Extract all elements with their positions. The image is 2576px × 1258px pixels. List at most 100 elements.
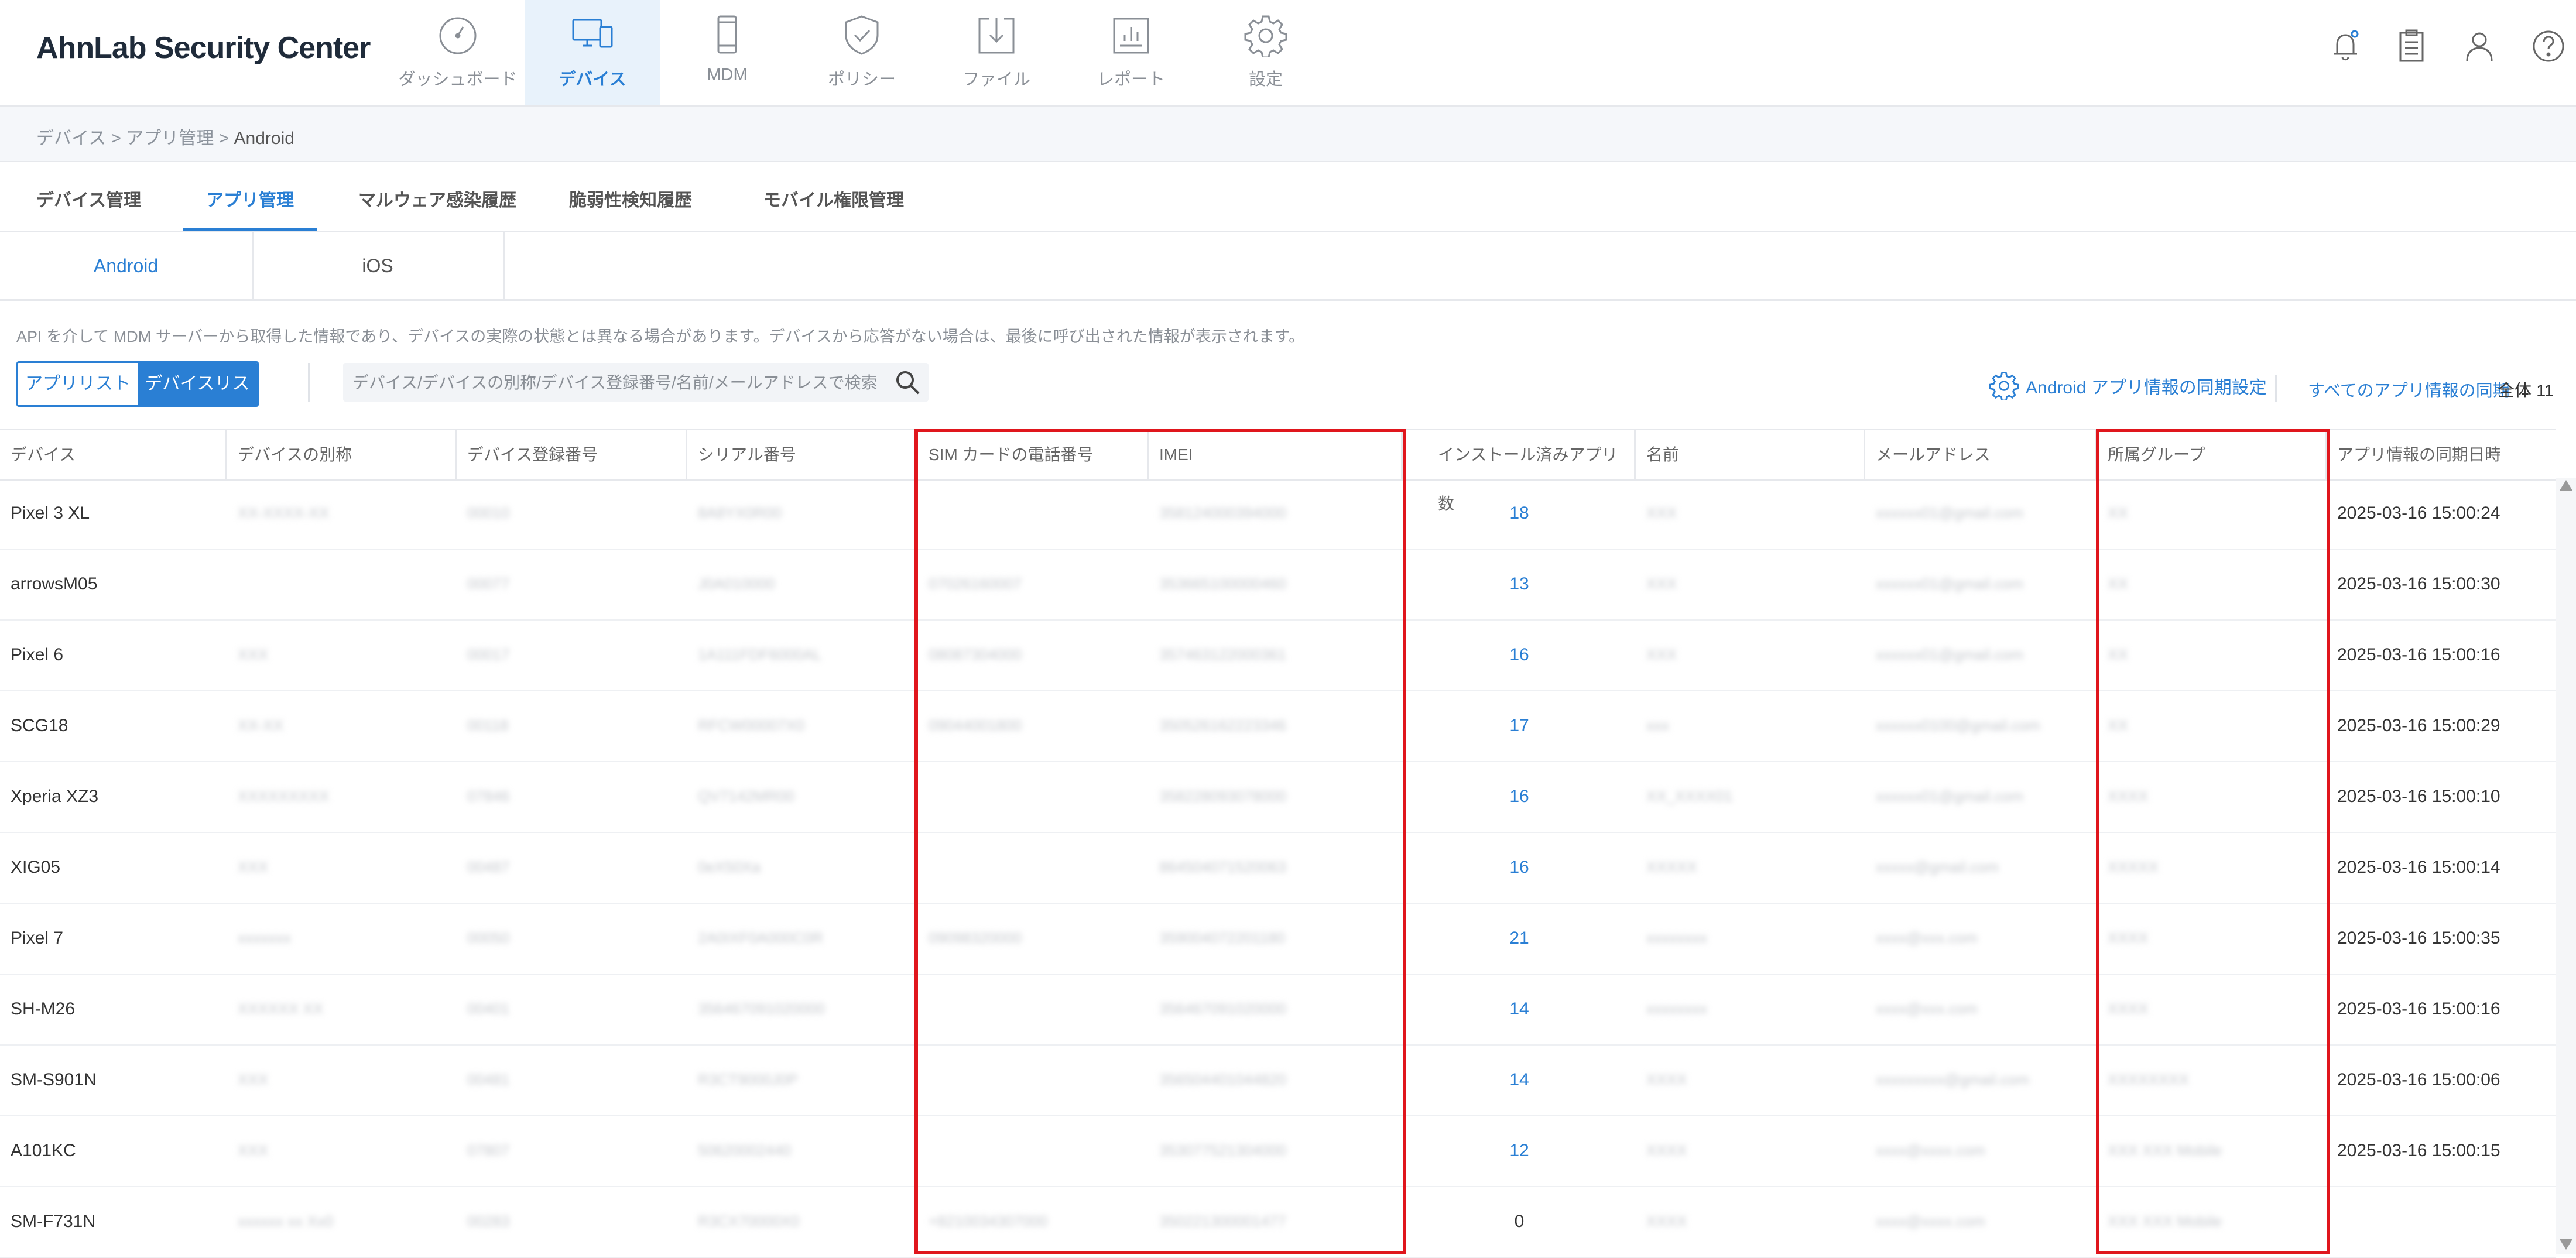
- nav-file[interactable]: ファイル: [929, 0, 1064, 105]
- app-list-button[interactable]: アプリリスト: [18, 363, 138, 405]
- breadcrumb: デバイス > アプリ管理 > Android: [36, 124, 294, 149]
- cell-synced: 2025-03-16 15:00:16: [2337, 999, 2500, 1019]
- breadcrumb-app-management[interactable]: アプリ管理: [126, 129, 214, 148]
- table-row[interactable]: arrowsM05 00077 J0A010000 07026160007 353665…: [0, 549, 2556, 621]
- cell-name: XXXX: [1646, 1212, 1687, 1230]
- cell-synced: 2025-03-16 15:00:06: [2337, 1070, 2500, 1089]
- cell-email: xxxx@xxxx.com: [1876, 1142, 1985, 1159]
- cell-device: SH-M26: [11, 999, 76, 1019]
- help-icon[interactable]: [2530, 28, 2571, 75]
- search-box: [343, 363, 929, 403]
- cell-group: XXXX: [2108, 929, 2149, 947]
- col-alias[interactable]: デバイスの別称: [227, 430, 457, 479]
- cell-sim: [918, 1115, 1149, 1186]
- cell-serial: R3CT9000J0P: [698, 1071, 798, 1088]
- table-row[interactable]: Pixel 6 XXX 00017 1A111FDF6000AL 08087304000…: [0, 619, 2556, 691]
- col-serial[interactable]: シリアル番号: [687, 430, 918, 479]
- cell-apps[interactable]: 17: [1403, 690, 1636, 761]
- cell-synced: 2025-03-16 15:00:30: [2337, 574, 2500, 594]
- app-logo[interactable]: AhnLab Security Center: [36, 30, 371, 66]
- device-list-button[interactable]: デバイスリスト: [138, 363, 257, 405]
- table-scrollbar[interactable]: [2556, 478, 2576, 1254]
- table-row[interactable]: SM-F731N xxxxxx xx Xx0 00283 R3CX70000X0 +82…: [0, 1186, 2556, 1258]
- col-group[interactable]: 所属グループ: [2097, 430, 2327, 479]
- cell-name: XXX: [1646, 646, 1677, 663]
- android-sync-settings[interactable]: Android アプリ情報の同期設定: [1989, 371, 2267, 400]
- android-sync-settings-label: Android アプリ情報の同期設定: [2026, 378, 2267, 397]
- cell-name: XXXX: [1646, 1071, 1687, 1088]
- tab-malware-history[interactable]: マルウェア感染履歴: [358, 186, 516, 211]
- table-row[interactable]: A101KC XXX 07807 50620002440 353077521304000…: [0, 1115, 2556, 1187]
- cell-serial: 8A8YX0R00: [698, 504, 782, 522]
- nav-report[interactable]: レポート: [1064, 0, 1198, 105]
- cell-apps[interactable]: 13: [1403, 549, 1636, 619]
- table-row[interactable]: XIG05 XXX 00487 0eX50Xa 864504071520063 16 XXX…: [0, 832, 2556, 904]
- col-sync-datetime[interactable]: アプリ情報の同期日時: [2327, 430, 2556, 479]
- cell-apps[interactable]: 12: [1403, 1115, 1636, 1186]
- user-icon[interactable]: [2461, 28, 2502, 75]
- clipboard-icon[interactable]: [2393, 28, 2434, 75]
- cell-alias: XXX: [238, 858, 269, 876]
- bell-icon[interactable]: [2328, 28, 2369, 75]
- cell-serial: 356467091020000: [698, 1000, 825, 1017]
- tab-app-management[interactable]: アプリ管理: [183, 186, 317, 231]
- cell-apps[interactable]: 18: [1403, 478, 1636, 549]
- table-row[interactable]: SM-S901N XXX 00481 R3CT9000J0P 3565044010448…: [0, 1044, 2556, 1116]
- cell-imei: 353077521304000: [1159, 1142, 1286, 1159]
- col-email[interactable]: メールアドレス: [1865, 430, 2097, 479]
- nav-device-label: デバイス: [559, 70, 626, 89]
- search-icon[interactable]: [895, 369, 920, 395]
- cell-alias: XX-XX: [238, 717, 284, 734]
- col-name[interactable]: 名前: [1636, 430, 1865, 479]
- nav-policy[interactable]: ポリシー: [794, 0, 929, 105]
- os-tabs: Android iOS: [0, 232, 2576, 301]
- cell-apps[interactable]: 14: [1403, 974, 1636, 1044]
- cell-apps[interactable]: 16: [1403, 761, 1636, 832]
- cell-group: XX: [2108, 646, 2128, 663]
- search-input[interactable]: [351, 363, 881, 403]
- cell-sim: [918, 478, 1149, 549]
- table-row[interactable]: SCG18 XX-XX 00118 RFCW00007X0 09044001800 350…: [0, 690, 2556, 762]
- tab-device-management[interactable]: デバイス管理: [36, 186, 141, 211]
- cell-apps[interactable]: 14: [1403, 1044, 1636, 1115]
- cell-serial: 50620002440: [698, 1142, 792, 1159]
- col-sim-phone[interactable]: SIM カードの電話番号: [918, 430, 1149, 479]
- nav-device[interactable]: デバイス: [525, 0, 660, 105]
- cell-apps[interactable]: 16: [1403, 832, 1636, 903]
- tab-vulnerability-history[interactable]: 脆弱性検知履歴: [569, 186, 692, 211]
- nav-file-label: ファイル: [962, 70, 1030, 89]
- tab-mobile-permission[interactable]: モバイル権限管理: [763, 186, 904, 211]
- cell-device: SM-F731N: [11, 1212, 96, 1231]
- tab-android[interactable]: Android: [0, 232, 254, 299]
- cell-serial: RFCW00007X0: [698, 717, 805, 734]
- cell-regno: 00487: [467, 858, 510, 876]
- cell-device: SM-S901N: [11, 1070, 97, 1089]
- cell-synced: 2025-03-16 15:00:16: [2337, 645, 2500, 664]
- nav-mdm[interactable]: MDM: [660, 0, 794, 105]
- cell-sim: 07026160007: [929, 575, 1022, 592]
- nav-dashboard[interactable]: ダッシュボード: [390, 0, 525, 105]
- cell-imei: 864504071520063: [1159, 858, 1286, 876]
- cell-synced: 2025-03-16 15:00:24: [2337, 503, 2500, 523]
- col-installed-apps[interactable]: インストール済みアプリ数: [1403, 430, 1636, 513]
- cell-apps[interactable]: 21: [1403, 903, 1636, 974]
- scroll-up-icon[interactable]: [2560, 480, 2572, 491]
- cell-synced: 2025-03-16 15:00:29: [2337, 716, 2500, 735]
- table-row[interactable]: SH-M26 XXXXXX XX 00401 356467091020000 35646…: [0, 974, 2556, 1046]
- tab-ios[interactable]: iOS: [252, 232, 505, 299]
- cell-group: XXX XXX Mobile: [2108, 1212, 2222, 1230]
- col-device[interactable]: デバイス: [0, 430, 227, 479]
- scroll-down-icon[interactable]: [2560, 1239, 2572, 1250]
- breadcrumb-device[interactable]: デバイス: [36, 129, 106, 148]
- table-row[interactable]: Pixel 3 XL XX-XXXX-XX 00010 8A8YX0R00 358124…: [0, 478, 2556, 550]
- total-value: 11: [2536, 382, 2554, 400]
- col-registration-no[interactable]: デバイス登録番号: [457, 430, 687, 479]
- col-imei[interactable]: IMEI: [1149, 430, 1403, 479]
- nav-report-label: レポート: [1097, 70, 1165, 89]
- sync-all-link[interactable]: すべてのアプリ情報の同期: [2308, 377, 2510, 402]
- table-row[interactable]: Xperia XZ3 XXXXXXXXX 07846 QV7142MR00 358228…: [0, 761, 2556, 833]
- nav-settings[interactable]: 設定: [1198, 0, 1333, 105]
- breadcrumb-bar: デバイス > アプリ管理 > Android: [0, 107, 2576, 162]
- cell-apps[interactable]: 16: [1403, 619, 1636, 690]
- table-row[interactable]: Pixel 7 xxxxxxx 00050 2A0IXF0A000C0R 0909832…: [0, 903, 2556, 975]
